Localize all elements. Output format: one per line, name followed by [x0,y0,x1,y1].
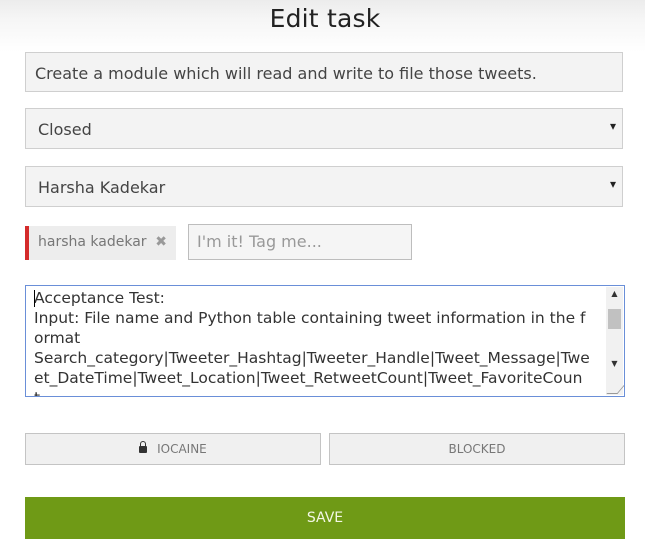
lock-icon [139,441,148,453]
scroll-thumb[interactable] [608,309,621,329]
text-cursor [34,290,35,307]
description-text: Acceptance Test: Input: File name and Py… [34,289,590,396]
iocaine-label: IOCAINE [157,442,207,456]
tag-chip: harsha kadekar ✖ [25,226,176,260]
status-select[interactable]: Closed ▾ [25,108,623,149]
task-title-input[interactable]: Create a module which will read and writ… [25,52,623,92]
save-button[interactable]: SAVE [25,497,625,539]
tag-input[interactable]: I'm it! Tag me... [188,224,412,260]
status-value: Closed [38,120,92,139]
scroll-down-arrow-icon[interactable]: ▼ [606,359,623,368]
iocaine-button[interactable]: IOCAINE [25,433,321,465]
chevron-down-icon: ▾ [609,177,616,191]
scroll-up-arrow-icon[interactable]: ▲ [606,289,623,298]
chevron-down-icon: ▾ [609,119,616,133]
close-icon[interactable]: ✖ [155,234,167,250]
assignee-value: Harsha Kadekar [38,178,166,197]
description-textarea[interactable]: Acceptance Test: Input: File name and Py… [25,285,625,397]
tag-label: harsha kadekar [38,234,147,250]
scrollbar[interactable]: ▲ ▼ [606,287,623,395]
page-title: Edit task [269,4,381,33]
blocked-button[interactable]: BLOCKED [329,433,625,465]
assignee-select[interactable]: Harsha Kadekar ▾ [25,166,623,207]
